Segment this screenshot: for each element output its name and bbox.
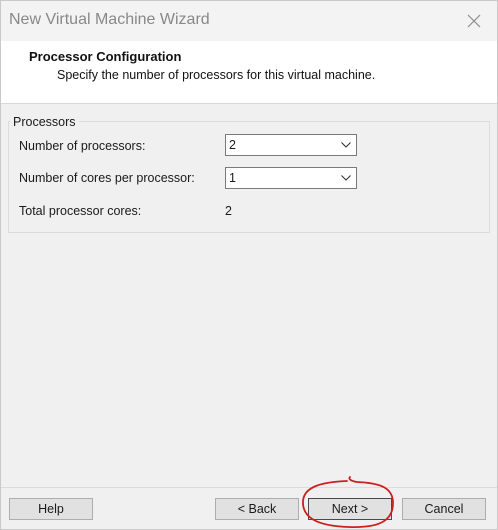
- wizard-window: New Virtual Machine Wizard Processor Con…: [0, 0, 498, 530]
- footer-divider: [1, 487, 497, 488]
- close-button[interactable]: [451, 1, 497, 41]
- window-title: New Virtual Machine Wizard: [9, 11, 210, 28]
- processors-group-legend: Processors: [10, 115, 79, 129]
- num-processors-select[interactable]: 2: [225, 134, 357, 156]
- cores-per-processor-value: 1: [229, 171, 236, 185]
- chevron-down-icon: [338, 170, 354, 186]
- back-button[interactable]: < Back: [215, 498, 299, 520]
- title-bar: New Virtual Machine Wizard: [1, 1, 497, 41]
- cores-per-processor-label: Number of cores per processor:: [19, 171, 195, 185]
- total-cores-value: 2: [225, 204, 232, 218]
- cancel-button[interactable]: Cancel: [402, 498, 486, 520]
- num-processors-label: Number of processors:: [19, 139, 146, 153]
- close-icon: [467, 14, 481, 28]
- total-cores-label: Total processor cores:: [19, 204, 142, 218]
- help-button[interactable]: Help: [9, 498, 93, 520]
- num-processors-value: 2: [229, 138, 236, 152]
- cores-per-processor-select[interactable]: 1: [225, 167, 357, 189]
- page-subtitle: Specify the number of processors for thi…: [57, 68, 376, 82]
- page-title: Processor Configuration: [29, 49, 182, 64]
- next-button[interactable]: Next >: [308, 498, 392, 520]
- chevron-down-icon: [338, 137, 354, 153]
- wizard-header: Processor Configuration Specify the numb…: [1, 41, 497, 104]
